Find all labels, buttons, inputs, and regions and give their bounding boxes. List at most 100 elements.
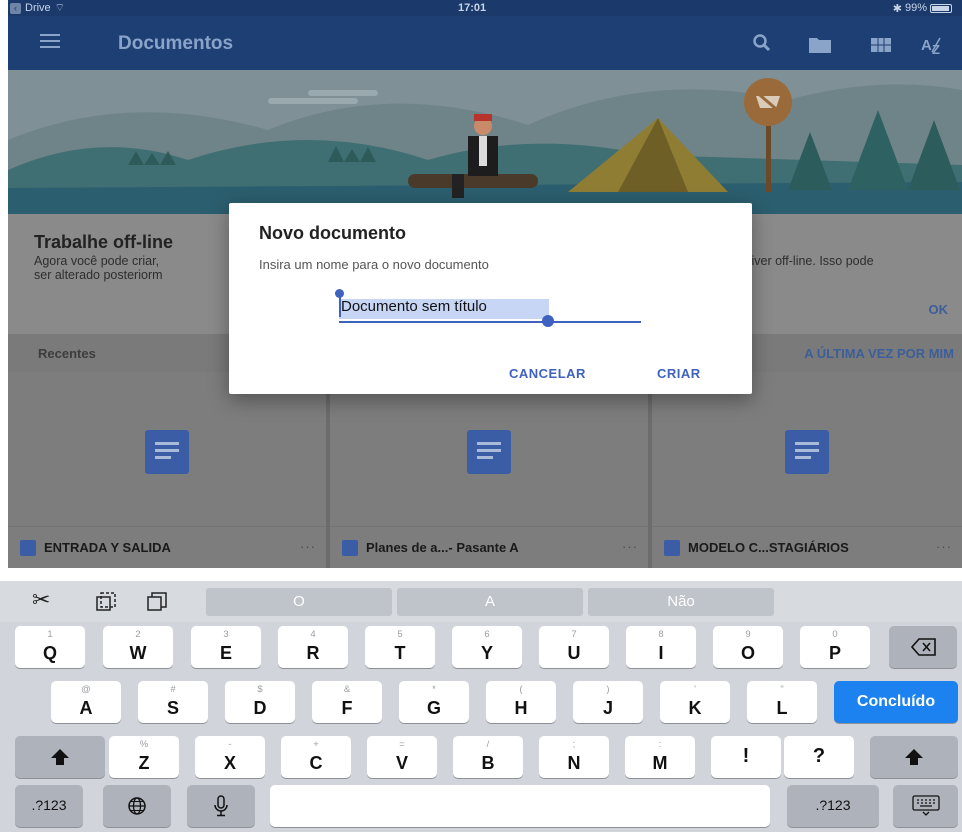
key-f[interactable]: & F [312, 681, 382, 723]
doc-thumbnail-icon [467, 430, 511, 474]
offline-banner-illustration [8, 70, 962, 214]
key-u[interactable]: 7U [539, 626, 609, 668]
key-p[interactable]: 0P [800, 626, 870, 668]
key-y[interactable]: 6Y [452, 626, 522, 668]
key-z[interactable]: % Z [109, 736, 179, 778]
back-app-label: Drive [25, 2, 51, 14]
key-t[interactable]: 5T [365, 626, 435, 668]
copy-icon[interactable] [95, 592, 117, 612]
space-bar[interactable] [270, 785, 770, 827]
folder-icon[interactable] [808, 36, 832, 54]
dialog-title: Novo documento [259, 223, 406, 243]
doc-type-icon [664, 540, 680, 556]
keyboard-dismiss-icon [912, 795, 940, 816]
suggestion-3[interactable]: Não [588, 588, 774, 616]
key-question[interactable]: ? [784, 736, 854, 778]
sort-order-label[interactable]: A ÚLTIMA VEZ POR MIM [804, 346, 954, 361]
file-name: MODELO C...STAGIÁRIOS [688, 540, 849, 555]
key-e[interactable]: 3E [191, 626, 261, 668]
search-icon[interactable] [752, 33, 772, 53]
file-tile[interactable]: Planes de a...- Pasante A ··· [330, 372, 648, 568]
sort-az-icon[interactable]: A Z [920, 34, 946, 56]
back-chevron-icon: ‹ [10, 2, 21, 14]
key-d[interactable]: $ D [225, 681, 295, 723]
file-tile[interactable]: ENTRADA Y SALIDA ··· [8, 372, 326, 568]
shift-left-key[interactable] [15, 736, 105, 778]
more-options-icon[interactable]: ··· [300, 539, 316, 554]
file-name: ENTRADA Y SALIDA [44, 540, 171, 555]
selection-start-handle[interactable] [335, 289, 344, 317]
grid-view-icon[interactable] [870, 37, 892, 53]
doc-type-icon [342, 540, 358, 556]
key-q[interactable]: 1Q [15, 626, 85, 668]
key-r[interactable]: 4R [278, 626, 348, 668]
key-k[interactable]: ' K [660, 681, 730, 723]
key-h[interactable]: (H [486, 681, 556, 723]
doc-thumbnail-icon [785, 430, 829, 474]
key-i[interactable]: 8I [626, 626, 696, 668]
info-card-body: Agora você pode criar, ser alterado post… [34, 254, 163, 282]
camping-illustration [8, 70, 962, 214]
suggestion-2[interactable]: A [397, 588, 583, 616]
new-document-dialog: Novo documento Insira um nome para o nov… [229, 203, 752, 394]
document-name-input[interactable] [339, 291, 641, 323]
suggestion-1[interactable]: O [206, 588, 392, 616]
key-v[interactable]: = V [367, 736, 437, 778]
globe-key[interactable] [103, 785, 171, 827]
key-m[interactable]: :M [625, 736, 695, 778]
page-title: Documentos [118, 33, 234, 54]
key-g[interactable]: * G [399, 681, 469, 723]
key-l[interactable]: " L [747, 681, 817, 723]
bluetooth-icon: ✱ [892, 2, 902, 15]
cancel-button[interactable]: CANCELAR [509, 366, 586, 381]
shift-icon [905, 749, 923, 765]
paste-icon[interactable] [146, 592, 168, 612]
info-card-body-right: tiver off-line. Isso pode [748, 254, 874, 268]
key-w[interactable]: 2W [103, 626, 173, 668]
key-j[interactable]: ) J [573, 681, 643, 723]
key-b[interactable]: / B [453, 736, 523, 778]
done-key[interactable]: Concluído [834, 681, 958, 723]
microphone-icon [214, 795, 228, 817]
battery-icon [930, 3, 952, 13]
battery-indicator: ✱ 99% [893, 2, 952, 15]
more-options-icon[interactable]: ··· [622, 539, 638, 554]
key-exclamation[interactable]: ! [711, 736, 781, 778]
keyboard-shortcut-bar: ✂ O A Não [0, 581, 962, 622]
file-tile[interactable]: MODELO C...STAGIÁRIOS ··· [652, 372, 962, 568]
selection-end-handle[interactable] [542, 315, 554, 327]
key-c[interactable]: + C [281, 736, 351, 778]
doc-thumbnail-icon [145, 430, 189, 474]
dialog-subtitle: Insira um nome para o novo documento [259, 257, 489, 272]
shift-icon [51, 749, 69, 765]
numbers-key-right[interactable]: .?123 [787, 785, 879, 827]
key-n[interactable]: ; N [539, 736, 609, 778]
battery-percent: 99% [904, 2, 927, 14]
back-to-app[interactable]: ‹ Drive ⌔ [8, 1, 65, 15]
shift-right-key[interactable] [870, 736, 958, 778]
info-card-body-line2: ser alterado posteriorm [34, 268, 163, 282]
doc-type-icon [20, 540, 36, 556]
onscreen-keyboard: ✂ O A Não 1Q 2W 3E 4R 5T 6Y 7U 8I 9O 0P … [0, 581, 962, 832]
key-s[interactable]: # S [138, 681, 208, 723]
info-card-title: Trabalhe off-line [34, 232, 174, 252]
file-tile-footer: MODELO C...STAGIÁRIOS ··· [652, 526, 962, 568]
create-button[interactable]: CRIAR [657, 366, 701, 381]
file-grid: ENTRADA Y SALIDA ··· Planes de a...- Pas… [8, 372, 962, 568]
key-o[interactable]: 9O [713, 626, 783, 668]
app-bar: Documentos A Z [8, 16, 962, 70]
wifi-icon: ⌔ [54, 2, 66, 14]
globe-icon [128, 797, 146, 815]
more-options-icon[interactable]: ··· [936, 539, 952, 554]
dictation-key[interactable] [187, 785, 255, 827]
menu-icon[interactable] [40, 34, 60, 52]
backspace-key[interactable] [889, 626, 957, 668]
file-tile-footer: ENTRADA Y SALIDA ··· [8, 526, 326, 568]
key-x[interactable]: -X [195, 736, 265, 778]
info-card-ok-button[interactable]: OK [929, 302, 949, 317]
status-time: 17:01 [458, 2, 487, 14]
key-a[interactable]: @ A [51, 681, 121, 723]
numbers-key-left[interactable]: .?123 [15, 785, 83, 827]
hide-keyboard-key[interactable] [893, 785, 958, 827]
cut-icon[interactable]: ✂ [32, 587, 50, 613]
